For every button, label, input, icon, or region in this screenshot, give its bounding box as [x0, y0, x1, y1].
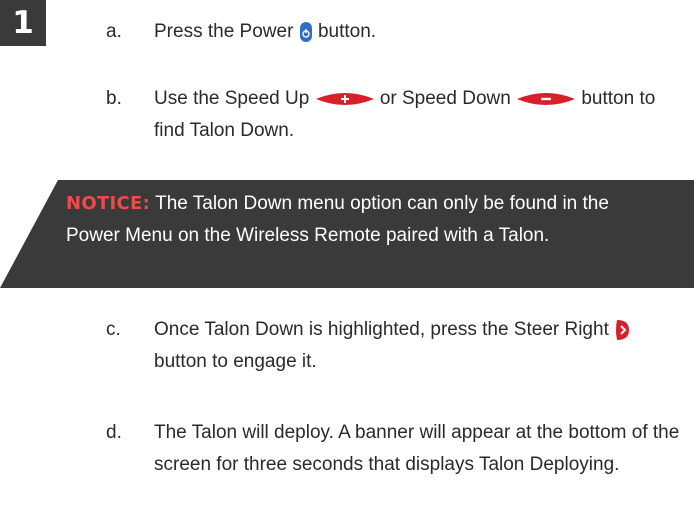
- instruction-item-a: a. Press the Power button.: [106, 16, 666, 50]
- steer-right-button-icon: [614, 319, 630, 341]
- instruction-item-c: c. Once Talon Down is highlighted, press…: [106, 314, 666, 384]
- notice-label: NOTICE:: [66, 193, 151, 214]
- step-number-badge: 1: [0, 0, 46, 46]
- instruction-item-b: b. Use the Speed Up or Speed Down button…: [106, 83, 666, 153]
- item-text: Once Talon Down is highlighted, press th…: [154, 314, 664, 378]
- item-letter: d.: [106, 422, 122, 443]
- notice-text: NOTICE: The Talon Down menu option can o…: [66, 180, 646, 252]
- power-button-icon: [299, 21, 313, 43]
- notice-corner-notch: [0, 180, 58, 288]
- item-text: Press the Power button.: [154, 21, 377, 43]
- speed-down-button-icon: [516, 91, 576, 107]
- item-letter: a.: [106, 21, 122, 42]
- notice-box: NOTICE: The Talon Down menu option can o…: [0, 180, 694, 288]
- item-letter: c.: [106, 319, 121, 340]
- item-letter: b.: [106, 88, 122, 109]
- item-text: The Talon will deploy. A banner will app…: [154, 422, 680, 475]
- instruction-item-d: d. The Talon will deploy. A banner will …: [106, 417, 694, 507]
- item-text: Use the Speed Up or Speed Down button to…: [154, 88, 656, 141]
- speed-up-button-icon: [315, 91, 375, 107]
